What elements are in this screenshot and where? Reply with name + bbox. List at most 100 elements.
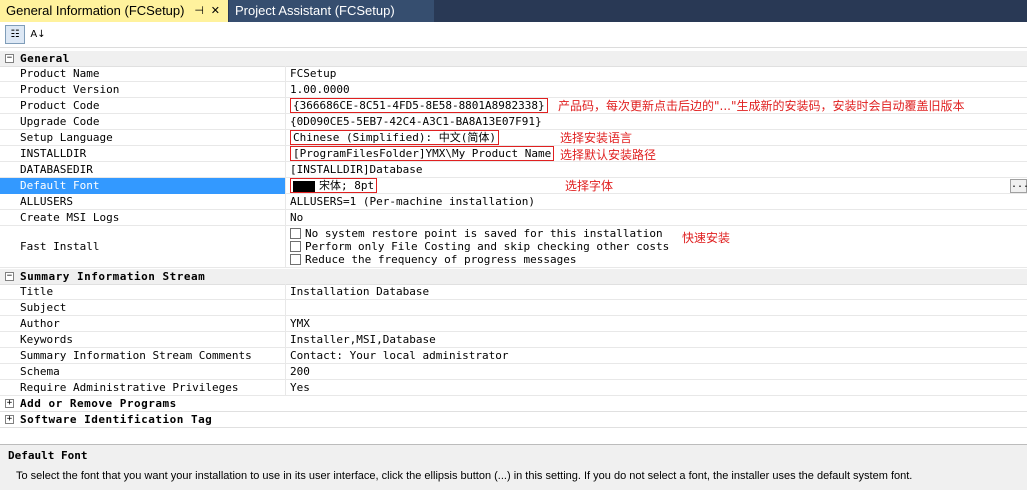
property-label: ALLUSERS [0,194,286,210]
property-row-default-font[interactable]: Default Font 宋体; 8pt ... [0,178,1027,194]
option-label: Reduce the frequency of progress message… [305,253,577,266]
property-value[interactable]: {0D090CE5-5EB7-42C4-A3C1-BA8A13E07F91} [287,114,542,130]
property-value[interactable]: {366686CE-8C51-4FD5-8E58-8801A8982338} [287,98,548,114]
property-row-admin-privileges[interactable]: Require Administrative Privileges Yes [0,380,1027,396]
property-value[interactable]: YMX [287,316,310,332]
annotation-product-code: 产品码，每次更新点击后边的"..."生成新的安装码，安装时会自动覆盖旧版本 [558,99,965,113]
highlight-box: Chinese (Simplified): 中文(简体) [290,130,499,145]
property-label: Author [0,316,286,332]
option-label: Perform only File Costing and skip check… [305,240,670,253]
checkbox[interactable] [290,241,301,252]
property-label: Product Name [0,66,286,82]
fast-install-option[interactable]: Perform only File Costing and skip check… [290,240,669,253]
category-label: Summary Information Stream [20,270,206,283]
property-row-databasedir[interactable]: DATABASEDIR [INSTALLDIR]Database [0,162,1027,178]
property-value[interactable]: No [287,210,303,226]
highlight-box: [ProgramFilesFolder]YMX\My Product Name [290,146,555,161]
property-value[interactable]: FCSetup [287,66,336,82]
property-row-setup-language[interactable]: Setup Language Chinese (Simplified): 中文(… [0,130,1027,146]
option-label: No system restore point is saved for thi… [305,227,663,240]
tab-label: Project Assistant (FCSetup) [235,3,395,18]
property-row-create-msi-logs[interactable]: Create MSI Logs No [0,210,1027,226]
property-row-schema[interactable]: Schema 200 [0,364,1027,380]
property-value[interactable]: Contact: Your local administrator [287,348,509,364]
property-value[interactable]: 宋体; 8pt [287,178,378,194]
property-label: Require Administrative Privileges [0,380,286,396]
collapse-icon[interactable]: − [5,272,14,281]
annotation-fast-install: 快速安装 [682,231,731,245]
property-label: INSTALLDIR [0,146,286,162]
ellipsis-button[interactable]: ... [1010,179,1027,193]
property-label: Setup Language [0,130,286,146]
property-value[interactable]: Yes [287,380,310,396]
property-toolbar: ☷ A↓ [0,22,1027,48]
property-value[interactable]: Chinese (Simplified): 中文(简体) [287,130,499,146]
property-value[interactable]: ALLUSERS=1 (Per-machine installation) [287,194,535,210]
property-row-allusers[interactable]: ALLUSERS ALLUSERS=1 (Per-machine install… [0,194,1027,210]
property-row-fast-install[interactable]: Fast Install No system restore point is … [0,226,1027,268]
tab-label: General Information (FCSetup) [6,3,185,18]
categorized-view-button[interactable]: ☷ [5,25,25,44]
property-label: Schema [0,364,286,380]
property-row-subject[interactable]: Subject [0,300,1027,316]
category-add-remove-programs[interactable]: + Add or Remove Programs [0,396,1027,412]
tab-general-information[interactable]: General Information (FCSetup) ⊣ ✕ [0,0,228,22]
property-label: Upgrade Code [0,114,286,130]
category-label: General [20,52,70,65]
property-value[interactable]: [ProgramFilesFolder]YMX\My Product Name [287,146,555,162]
category-summary-information[interactable]: − Summary Information Stream [0,269,1027,285]
property-row-author[interactable]: Author YMX [0,316,1027,332]
highlight-box: {366686CE-8C51-4FD5-8E58-8801A8982338} [290,98,548,113]
property-value[interactable]: 200 [287,364,310,380]
highlight-box: 宋体; 8pt [290,178,378,193]
property-label: Fast Install [0,226,286,268]
property-label: Subject [0,300,286,316]
description-text: To select the font that you want your in… [16,470,913,482]
checkbox[interactable] [290,254,301,265]
property-label: Product Version [0,82,286,98]
pin-icon[interactable]: ⊣ [194,0,204,22]
description-panel: Default Font To select the font that you… [0,444,1027,490]
property-label: Keywords [0,332,286,348]
property-label: Title [0,284,286,300]
property-row-title[interactable]: Title Installation Database [0,284,1027,300]
property-value[interactable] [287,300,290,316]
close-icon[interactable]: ✕ [211,0,220,22]
sort-alpha-icon: A↓ [30,29,46,40]
property-row-product-version[interactable]: Product Version 1.00.0000 [0,82,1027,98]
category-general[interactable]: − General [0,51,1027,67]
annotation-path: 选择默认安装路径 [560,148,657,162]
checkbox[interactable] [290,228,301,239]
annotation-font: 选择字体 [565,179,614,193]
tab-project-assistant[interactable]: Project Assistant (FCSetup) [229,0,434,22]
alphabetical-sort-button[interactable]: A↓ [28,25,48,44]
property-value[interactable]: Installation Database [287,284,429,300]
fast-install-option[interactable]: No system restore point is saved for thi… [290,227,663,240]
expand-icon[interactable]: + [5,399,14,408]
property-row-comments[interactable]: Summary Information Stream Comments Cont… [0,348,1027,364]
fast-install-option[interactable]: Reduce the frequency of progress message… [290,253,577,266]
property-value[interactable]: [INSTALLDIR]Database [287,162,422,178]
document-tab-bar: General Information (FCSetup) ⊣ ✕ Projec… [0,0,1027,22]
font-color-swatch [293,180,315,192]
property-row-product-name[interactable]: Product Name FCSetup [0,66,1027,82]
category-label: Add or Remove Programs [20,397,177,410]
property-row-keywords[interactable]: Keywords Installer,MSI,Database [0,332,1027,348]
expand-icon[interactable]: + [5,415,14,424]
category-label: Software Identification Tag [20,413,213,426]
property-value[interactable]: 1.00.0000 [287,82,350,98]
annotation-language: 选择安装语言 [560,131,633,145]
description-title: Default Font [8,449,88,462]
property-value[interactable]: Installer,MSI,Database [287,332,436,348]
property-label: Summary Information Stream Comments [0,348,286,364]
property-label: Default Font [0,178,286,194]
property-label: Create MSI Logs [0,210,286,226]
collapse-icon[interactable]: − [5,54,14,63]
categorized-icon: ☷ [10,29,20,40]
property-row-upgrade-code[interactable]: Upgrade Code {0D090CE5-5EB7-42C4-A3C1-BA… [0,114,1027,130]
property-row-installdir[interactable]: INSTALLDIR [ProgramFilesFolder]YMX\My Pr… [0,146,1027,162]
property-label: Product Code [0,98,286,114]
category-software-identification[interactable]: + Software Identification Tag [0,412,1027,428]
font-value: 宋体; 8pt [319,179,375,192]
property-label: DATABASEDIR [0,162,286,178]
